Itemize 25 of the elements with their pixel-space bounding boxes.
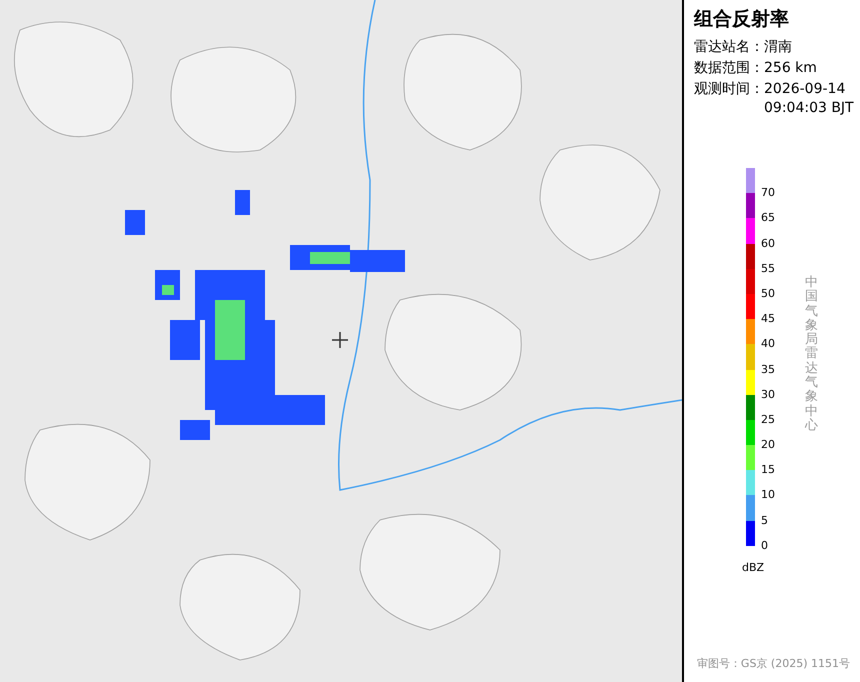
legend-label: 0 bbox=[761, 540, 768, 552]
legend-label: 45 bbox=[761, 313, 775, 326]
info-label: 数据范围： bbox=[694, 59, 764, 78]
panel-title: 组合反射率 bbox=[694, 7, 790, 32]
approval-number: 审图号：GS京 (2025) 1151号 bbox=[696, 656, 851, 672]
legend-label: 20 bbox=[761, 439, 775, 452]
info-value: 渭南 bbox=[764, 38, 793, 57]
info-label: 雷达站名： bbox=[694, 38, 764, 57]
legend-label: 40 bbox=[761, 338, 775, 350]
credit-text: 中国气象局雷达气象中心 bbox=[805, 276, 818, 435]
legend-label: 65 bbox=[761, 212, 775, 224]
legend-label: 10 bbox=[761, 489, 775, 502]
info-value: 2026-09-14 09:04:03 BJT bbox=[764, 80, 855, 118]
legend-label: 50 bbox=[761, 288, 775, 300]
legend-label: 60 bbox=[761, 238, 775, 250]
legend-label: 15 bbox=[761, 464, 775, 476]
legend-label: 25 bbox=[761, 414, 775, 426]
legend-label: 70 bbox=[761, 187, 775, 200]
info-value: 256 km bbox=[764, 59, 818, 78]
info-label: 观测时间： bbox=[694, 80, 764, 99]
legend-label: 35 bbox=[761, 364, 775, 376]
legend-label: 55 bbox=[761, 262, 775, 275]
legend-label: 5 bbox=[761, 514, 768, 527]
legend-label: 30 bbox=[761, 388, 775, 401]
unit-label: dBZ bbox=[742, 560, 764, 576]
